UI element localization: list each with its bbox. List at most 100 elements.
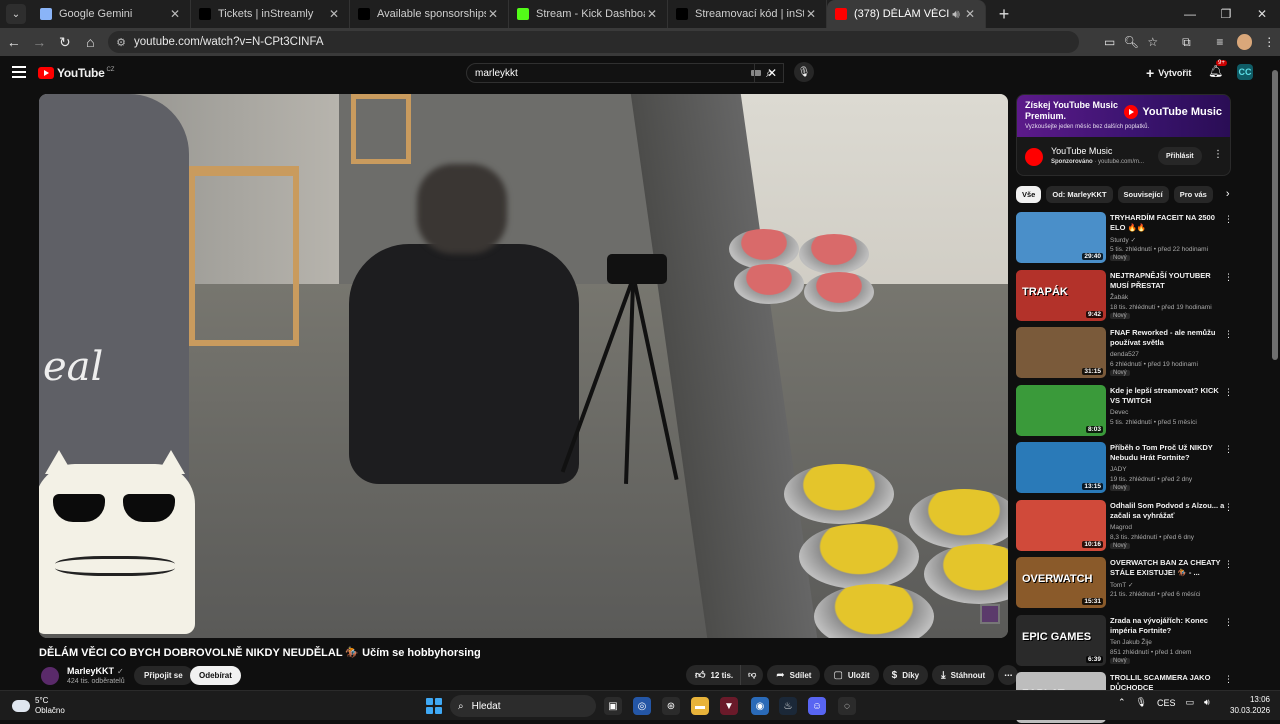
advertiser-avatar[interactable]	[1025, 148, 1043, 166]
recommendation-title[interactable]: NEJTRAPNĚJŠÍ YOUTUBER MUSÍ PŘESTAT	[1110, 271, 1228, 291]
recommendation-channel[interactable]: Žabák	[1110, 294, 1128, 301]
tab-close-icon[interactable]: ✕	[804, 7, 818, 21]
video-thumbnail[interactable]: 29:40	[1016, 212, 1106, 263]
minimize-icon[interactable]: —	[1172, 0, 1208, 28]
channel-watermark[interactable]	[980, 604, 1000, 624]
back-icon[interactable]: ←	[2, 30, 26, 54]
browser-menu-icon[interactable]: ⋮	[1258, 31, 1280, 53]
channel-name[interactable]: MarleyKKT ✓	[67, 666, 124, 676]
recommendation-title[interactable]: Odhalil Som Podvod s Alzou... a začali s…	[1110, 501, 1228, 521]
share-button[interactable]: ➦ Sdílet	[767, 665, 821, 685]
tab-close-icon[interactable]: ✕	[168, 7, 182, 21]
profile-avatar[interactable]	[1236, 34, 1253, 50]
filter-chip[interactable]: Pro vás	[1173, 185, 1213, 203]
app-icon[interactable]: ⊛	[662, 697, 680, 715]
recommendation-channel[interactable]: Devec	[1110, 409, 1128, 416]
new-tab-button[interactable]: +	[992, 2, 1016, 26]
language-indicator[interactable]: CES	[1157, 698, 1176, 708]
browser-tab[interactable]: (378) DĚLÁM VĚCI CO BYCH DOBROVOLNĚ NIKD…	[827, 0, 986, 28]
video-thumbnail[interactable]: 8:03	[1016, 384, 1106, 436]
recommendation-channel[interactable]: TomT ✓	[1110, 581, 1133, 589]
tab-search-button[interactable]: ⌄	[6, 4, 26, 24]
bookmark-star-icon[interactable]: ☆	[1142, 31, 1164, 53]
recommendation-menu-icon[interactable]: ⋮	[1224, 272, 1233, 283]
network-icon[interactable]: ▭	[1186, 697, 1195, 708]
recommendation-channel[interactable]: denda527	[1110, 351, 1139, 358]
recommendation-item[interactable]: 13:15 Příběh o Tom Proč Už NIKDY Nebudu H…	[1016, 442, 1241, 494]
video-thumbnail[interactable]: 13:15	[1016, 442, 1106, 493]
close-icon[interactable]: ✕	[1244, 0, 1280, 28]
taskbar-search[interactable]: ⌕ Hledat	[450, 695, 596, 717]
recommendation-title[interactable]: Kde je lepší streamovat? KICK VS TWITCH	[1110, 386, 1228, 406]
recommendation-item[interactable]: TRAPÁK 9:42 NEJTRAPNĚJŠÍ YOUTUBER MUSÍ PŘE…	[1016, 269, 1241, 322]
browser-tab[interactable]: Streamovací kód | inStreamly✕	[668, 0, 827, 28]
recommendation-channel[interactable]: JADY	[1110, 466, 1127, 473]
recommendation-title[interactable]: FNAF Reworked - ale nemůžu používat svět…	[1110, 328, 1228, 348]
ad-cta-button[interactable]: Přihlásit	[1158, 147, 1202, 165]
video-player[interactable]: eal	[39, 94, 1008, 638]
create-button[interactable]: + Vytvořit	[1146, 64, 1191, 82]
like-button[interactable]: 👍︎ 12 tis.	[686, 665, 741, 685]
tab-close-icon[interactable]: ✕	[645, 7, 659, 21]
filter-chip[interactable]: Související	[1117, 185, 1169, 203]
browser-tab[interactable]: Tickets | inStreamly ✕	[191, 0, 350, 28]
filter-chip[interactable]: Vše	[1016, 185, 1042, 203]
cast-icon[interactable]: ▭	[1099, 31, 1121, 53]
restore-icon[interactable]: ❐	[1208, 0, 1244, 28]
recommendation-menu-icon[interactable]: ⋮	[1224, 674, 1233, 685]
recommendation-item[interactable]: 8:03 Kde je lepší streamovat? KICK VS TWI…	[1016, 384, 1241, 437]
app-icon[interactable]: ◌	[838, 697, 856, 715]
zoom-icon[interactable]: 🔍︎	[1120, 31, 1142, 53]
recommendation-item[interactable]: OVERWATCH 15:31 OVERWATCH BAN ZA CHEATY ST…	[1016, 557, 1241, 609]
recommendation-title[interactable]: TRYHARDÍM FACEIT NA 2500 ELO 🔥🔥	[1110, 213, 1228, 233]
channel-avatar[interactable]	[41, 667, 59, 685]
menu-icon[interactable]	[12, 66, 26, 78]
mic-tray-icon[interactable]: 🎙︎	[1136, 697, 1147, 708]
file-explorer-icon[interactable]: ▬	[691, 697, 709, 715]
video-thumbnail[interactable]: EPIC GAMES 6:39	[1016, 614, 1106, 666]
recommendation-menu-icon[interactable]: ⋮	[1224, 329, 1233, 340]
recommendation-menu-icon[interactable]: ⋮	[1224, 214, 1233, 225]
browser-tab[interactable]: Available sponsorships | inStreamly✕	[350, 0, 509, 28]
chips-next-icon[interactable]: ›	[1226, 188, 1230, 200]
account-avatar[interactable]: CC	[1237, 64, 1253, 80]
recommendation-channel[interactable]: Magrod	[1110, 524, 1132, 531]
save-button[interactable]: ▢ Uložit	[824, 665, 879, 685]
search-button[interactable]: ⌕	[754, 63, 784, 83]
recommendation-item[interactable]: 10:16 Odhalil Som Podvod s Alzou... a zač…	[1016, 499, 1241, 552]
video-thumbnail[interactable]: OVERWATCH 15:31	[1016, 557, 1106, 608]
voice-search-button[interactable]: 🎙︎	[794, 62, 814, 82]
recommendation-title[interactable]: Zrada na vývojářích: Konec impéria Fortn…	[1110, 616, 1228, 636]
url-bar[interactable]: ⚙ youtube.com/watch?v=N-CPt3CINFA	[108, 31, 1079, 53]
recommendation-title[interactable]: Příběh o Tom Proč Už NIKDY Nebudu Hrát F…	[1110, 443, 1228, 463]
ad-banner[interactable]: Získej YouTube Music Premium. Vyzkoušejt…	[1017, 95, 1230, 137]
recommendation-channel[interactable]: Sturdy ✓	[1110, 236, 1136, 244]
dislike-button[interactable]: 👎︎	[740, 665, 764, 685]
filter-chip[interactable]: Od: MarleyKKT	[1046, 185, 1113, 203]
windows-start-icon[interactable]	[426, 698, 442, 714]
recommendation-channel[interactable]: Ten Jakub Žije	[1110, 639, 1152, 646]
search-input[interactable]: marleykkt ✕	[466, 63, 784, 83]
tab-close-icon[interactable]: ✕	[327, 7, 341, 21]
home-icon[interactable]: ⌂	[79, 30, 103, 54]
recommendation-item[interactable]: 31:15 FNAF Reworked - ale nemůžu používat…	[1016, 327, 1241, 379]
video-thumbnail[interactable]: 31:15	[1016, 327, 1106, 378]
recommendation-menu-icon[interactable]: ⋮	[1224, 444, 1233, 455]
chrome-icon[interactable]: ◉	[751, 697, 769, 715]
weather-widget[interactable]: 5°C Oblačno	[12, 696, 65, 716]
thanks-button[interactable]: $ Díky	[882, 665, 929, 685]
app-icon[interactable]: ▼	[720, 697, 738, 715]
steam-icon[interactable]: ♨	[779, 697, 797, 715]
video-thumbnail[interactable]: 10:16	[1016, 499, 1106, 551]
clock[interactable]: 13:06 30.03.2026	[1230, 694, 1270, 716]
ad-menu-icon[interactable]: ⋮	[1213, 149, 1223, 160]
recommendation-menu-icon[interactable]: ⋮	[1224, 387, 1233, 398]
recommendation-menu-icon[interactable]: ⋮	[1224, 617, 1233, 628]
recommendation-item[interactable]: EPIC GAMES 6:39 Zrada na vývojářích: Konec…	[1016, 614, 1241, 667]
tab-close-icon[interactable]: ✕	[486, 7, 500, 21]
tab-close-icon[interactable]: ✕	[963, 7, 977, 21]
discord-icon[interactable]: ☺	[808, 697, 826, 715]
download-button[interactable]: ⤓ Stáhnout	[932, 665, 995, 685]
recommendation-title[interactable]: OVERWATCH BAN ZA CHEATY STÁLE EXISTUJE! …	[1110, 558, 1228, 578]
scrollbar-thumb[interactable]	[1272, 70, 1278, 360]
